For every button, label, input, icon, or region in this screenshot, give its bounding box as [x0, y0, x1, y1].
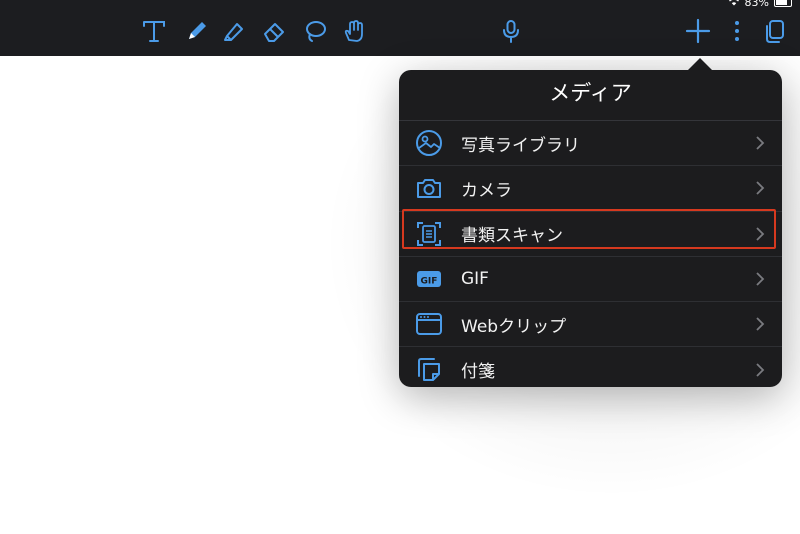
media-menu-title: メディア	[399, 70, 782, 121]
menu-item-camera[interactable]: カメラ	[399, 166, 782, 212]
hand-tool-icon	[344, 20, 363, 42]
eraser-tool-icon	[264, 23, 284, 42]
menu-item-label: GIF	[461, 269, 489, 290]
chevron-right-icon	[756, 181, 765, 196]
microphone-button[interactable]	[496, 16, 526, 46]
svg-text:GIF: GIF	[421, 277, 438, 287]
lasso-tool-button[interactable]	[300, 16, 330, 46]
menu-item-gif[interactable]: GIF GIF	[399, 257, 782, 303]
chevron-right-icon	[756, 227, 765, 241]
menu-item-sticky-note[interactable]: 付箋	[399, 347, 782, 391]
highlighter-tool-button[interactable]	[219, 16, 249, 46]
more-icon	[735, 21, 739, 41]
chevron-right-icon	[756, 317, 765, 331]
web-clip-icon	[416, 313, 442, 336]
more-button[interactable]	[722, 16, 752, 46]
microphone-icon	[503, 20, 519, 43]
camera-icon	[417, 179, 441, 199]
menu-item-photo-library[interactable]: 写真ライブラリ	[399, 121, 782, 167]
lasso-tool-icon	[306, 21, 326, 42]
pen-tool-button[interactable]	[182, 16, 212, 46]
menu-item-document-scan[interactable]: 書類スキャン	[399, 212, 782, 257]
pages-button[interactable]	[760, 16, 790, 46]
pen-tool-icon	[189, 22, 206, 39]
battery-percent: 83%	[744, 0, 769, 9]
highlighter-tool-icon	[224, 23, 243, 41]
photo-library-icon	[416, 130, 442, 157]
toolbar: 83%	[0, 0, 800, 56]
chevron-right-icon	[756, 136, 765, 150]
wifi-icon	[728, 0, 740, 9]
gif-icon: GIF	[417, 271, 441, 288]
menu-item-label: 付箋	[461, 362, 495, 383]
menu-item-label: 書類スキャン	[461, 226, 563, 247]
text-tool-icon	[143, 21, 165, 42]
sticky-note-icon	[418, 357, 440, 381]
add-icon	[685, 18, 711, 44]
add-button[interactable]	[683, 16, 713, 46]
media-menu: メディア 写真ライブラリ カメラ 書類スキャン GIF GIF Webクリップ …	[399, 70, 782, 387]
hand-tool-button[interactable]	[339, 16, 369, 46]
menu-item-label: カメラ	[461, 180, 512, 201]
eraser-tool-button[interactable]	[259, 16, 289, 46]
battery-icon	[774, 0, 792, 7]
menu-item-label: 写真ライブラリ	[461, 135, 580, 156]
chevron-right-icon	[756, 272, 765, 286]
text-tool-button[interactable]	[139, 16, 169, 46]
chevron-right-icon	[756, 362, 765, 377]
menu-item-web-clip[interactable]: Webクリップ	[399, 302, 782, 348]
pages-icon	[766, 20, 784, 43]
document-scan-icon	[417, 221, 441, 246]
status-bar: 83%	[728, 0, 792, 9]
menu-item-label: Webクリップ	[461, 316, 567, 337]
